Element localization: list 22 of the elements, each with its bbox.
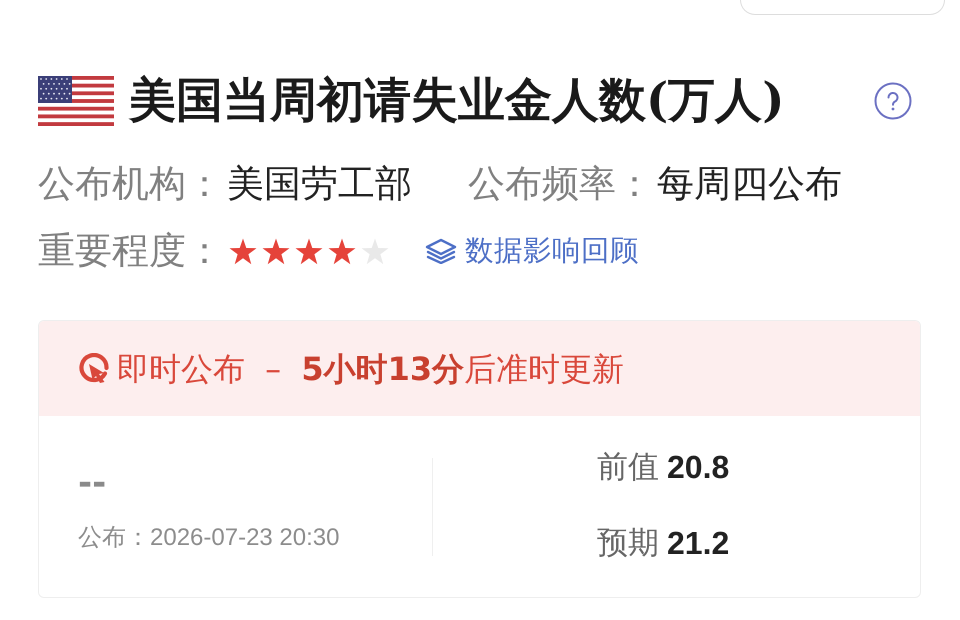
ring-arrow-icon <box>78 352 110 384</box>
stat-label: 前值 <box>597 448 659 487</box>
importance-label: 重要程度： <box>38 228 223 274</box>
stat-value: 21.2 <box>667 524 730 563</box>
meta-value: 美国劳工部 <box>227 161 412 207</box>
star-icon <box>328 238 356 264</box>
meta-label: 公布机构： <box>38 161 223 207</box>
stat-value: 20.8 <box>667 448 730 487</box>
meta-value: 每周四公布 <box>657 161 842 207</box>
indicator-title: 美国当周初请失业金人数(万人) <box>129 75 784 127</box>
release-status: 即时公布 – 5小时13分后准时更新 <box>117 348 624 390</box>
actual-value: -- <box>78 463 106 503</box>
star-icon <box>262 238 290 264</box>
release-time: 公布：2026-07-23 20:30 <box>78 523 340 553</box>
flag-icon <box>38 76 114 126</box>
stat-label: 预期 <box>597 524 659 563</box>
layers-icon <box>425 238 457 264</box>
meta-label: 公布频率： <box>468 161 653 207</box>
star-icon <box>295 238 323 264</box>
impact-review-link[interactable]: 数据影响回顾 <box>425 233 639 269</box>
star-icon <box>229 238 257 264</box>
help-icon[interactable] <box>874 82 912 120</box>
